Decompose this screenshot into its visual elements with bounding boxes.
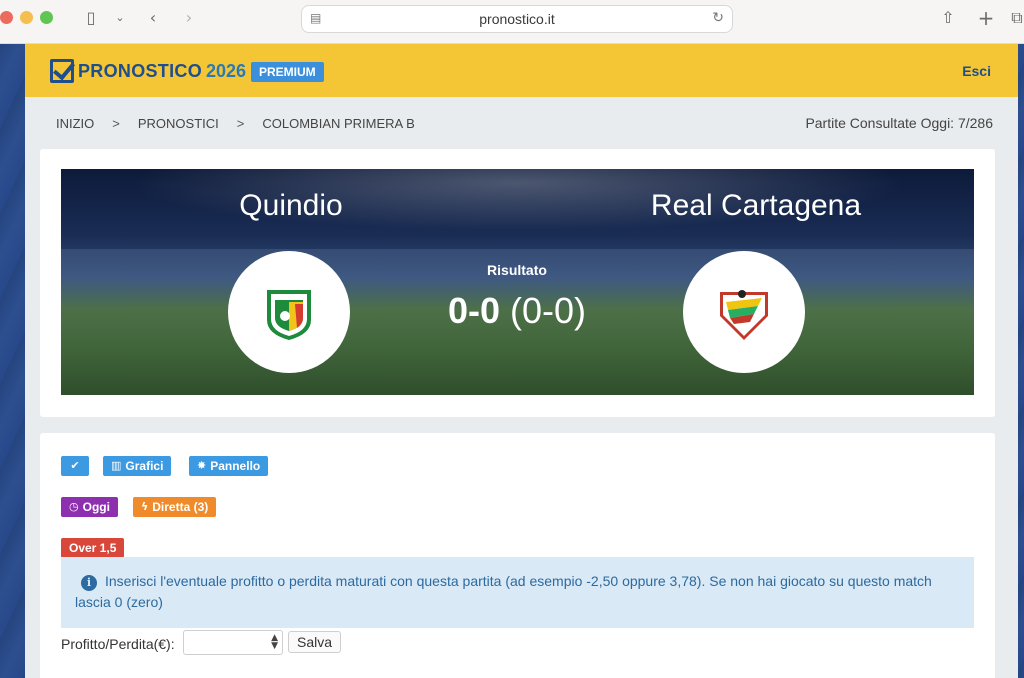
chevron-down-icon[interactable]: ⌄ <box>113 8 127 28</box>
top-navbar: PRONOSTICO 2026 PREMIUM Esci <box>25 44 1018 97</box>
minimize-window-button[interactable] <box>20 11 33 24</box>
panel-button[interactable]: ✸ Pannello <box>189 456 269 476</box>
real-cartagena-shield-icon <box>720 290 768 340</box>
consulted-counter: Partite Consultate Oggi: 7/286 <box>805 115 993 131</box>
bar-chart-icon: ▥ <box>111 459 122 472</box>
checkbox-logo-icon <box>50 59 74 83</box>
breadcrumb-separator: > <box>112 116 120 131</box>
breadcrumb-home[interactable]: INIZIO <box>56 116 94 131</box>
quindio-shield-icon <box>267 290 311 340</box>
breadcrumb-league[interactable]: COLOMBIAN PRIMERA B <box>262 116 414 131</box>
new-tab-icon[interactable]: + <box>976 8 996 28</box>
reload-icon[interactable]: ↻ <box>712 10 724 26</box>
logout-link[interactable]: Esci <box>962 63 991 79</box>
tab-overview-icon[interactable]: ⧉ <box>1010 8 1024 28</box>
bolt-icon: ϟ <box>141 500 149 513</box>
tip-badge: Over 1,5 <box>61 538 125 558</box>
url-text: pronostico.it <box>479 11 555 27</box>
logo-text: PRONOSTICO <box>78 60 203 81</box>
save-button[interactable]: Salva <box>288 631 342 653</box>
away-team-name: Real Cartagena <box>650 189 862 222</box>
info-alert-text: Inserisci l'eventuale profitto o perdita… <box>75 573 932 610</box>
home-team-crest <box>228 251 350 373</box>
profit-loss-input[interactable]: ▲ ▼ <box>183 630 283 655</box>
actions-card: ✔ ▥ Grafici ✸ Pannello ◷ Oggi ϟ Diretta … <box>40 433 995 678</box>
tip-label: Over 1,5 <box>69 541 117 555</box>
check-icon: ✔ <box>70 459 80 472</box>
live-label: Diretta (3) <box>152 500 209 514</box>
breadcrumb-separator: > <box>236 116 245 131</box>
match-hero: Quindio Real Cartagena Risultato 0-0 (0-… <box>61 169 974 395</box>
star-icon: ✸ <box>197 459 207 472</box>
logo-year: 2026 <box>206 60 247 81</box>
breadcrumb: INIZIO > PRONOSTICI > COLOMBIAN PRIMERA … <box>56 116 415 131</box>
full-time-score: 0-0 <box>447 290 500 331</box>
site-logo[interactable]: PRONOSTICO 2026 <box>50 58 246 84</box>
breadcrumb-predictions[interactable]: PRONOSTICI <box>138 116 219 131</box>
page-container: PRONOSTICO 2026 PREMIUM Esci INIZIO > PR… <box>25 44 1018 678</box>
clock-icon: ◷ <box>69 500 79 513</box>
today-button[interactable]: ◷ Oggi <box>61 497 118 517</box>
charts-button[interactable]: ▥ Grafici <box>103 456 172 476</box>
away-team-crest <box>683 251 805 373</box>
stepper-icon[interactable]: ▲ ▼ <box>271 634 278 651</box>
charts-label: Grafici <box>125 459 164 473</box>
info-icon: i <box>81 575 97 591</box>
back-button[interactable]: ‹ <box>145 8 161 28</box>
result-label: Risultato <box>487 262 547 278</box>
half-time-score: (0-0) <box>510 290 587 331</box>
browser-toolbar: ▯ ⌄ ‹ › ▤ pronostico.it ↻ ⇧ + ⧉ <box>0 0 1024 44</box>
match-card: Quindio Real Cartagena Risultato 0-0 (0-… <box>40 149 995 417</box>
home-team-name: Quindio <box>239 189 343 222</box>
share-icon[interactable]: ⇧ <box>938 8 958 28</box>
live-button[interactable]: ϟ Diretta (3) <box>133 497 217 517</box>
forward-button[interactable]: › <box>181 8 197 28</box>
info-alert: i Inserisci l'eventuale profitto o perdit… <box>61 557 974 628</box>
premium-badge: PREMIUM <box>251 62 324 82</box>
today-label: Oggi <box>82 500 110 514</box>
close-window-button[interactable] <box>0 11 13 24</box>
profit-loss-label: Profitto/Perdita(€): <box>61 636 175 652</box>
zoom-window-button[interactable] <box>40 11 53 24</box>
address-bar[interactable]: ▤ pronostico.it ↻ <box>301 5 733 33</box>
sidebar-toggle-icon[interactable]: ▯ <box>81 8 101 28</box>
check-button[interactable]: ✔ <box>61 456 89 476</box>
panel-label: Pannello <box>210 459 261 473</box>
final-score: 0-0 (0-0) <box>397 290 637 332</box>
